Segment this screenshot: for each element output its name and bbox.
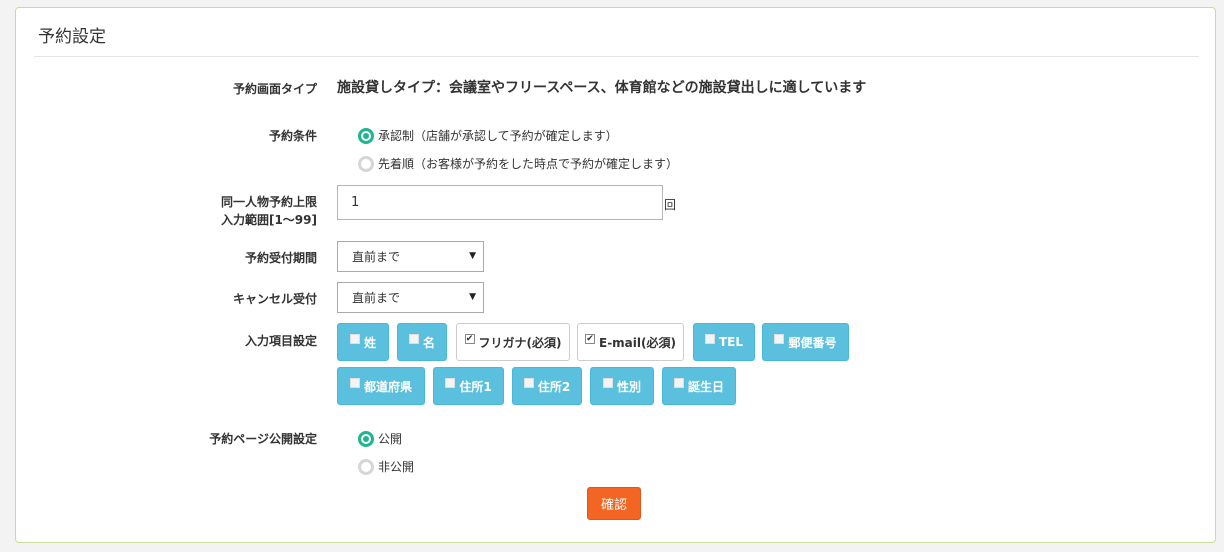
input-item-sei[interactable]: 姓 [337, 323, 389, 361]
checkbox-icon[interactable] [523, 378, 534, 388]
publish-label: 予約ページ公開設定 [209, 432, 317, 446]
input-item-label: 都道府県 [363, 379, 412, 394]
input-item-label: 名 [422, 335, 435, 350]
input-item-label: 住所2 [537, 379, 571, 394]
input-item-label: 誕生日 [687, 379, 724, 394]
cancel-selected-value: 直前まで [352, 291, 401, 305]
type-label: 予約画面タイプ [232, 82, 317, 96]
publish-option-private[interactable]: 非公開 [358, 458, 414, 475]
radio-selected-icon[interactable] [358, 430, 374, 447]
input-item-label: TEL [718, 335, 744, 349]
cancel-select[interactable]: 直前まで ▼ [337, 282, 484, 313]
dropdown-arrow-icon: ▼ [469, 251, 476, 261]
condition-option-approval[interactable]: 承認制（店舗が承認して予約が確定します） [358, 127, 618, 144]
input-item-email[interactable]: ✔ E-mail(必須) [577, 323, 684, 361]
checkbox-icon[interactable] [774, 334, 785, 344]
input-item-postal-code[interactable]: 郵便番号 [762, 323, 849, 361]
publish-option-label: 公開 [378, 432, 403, 446]
checkbox-icon[interactable] [704, 334, 715, 344]
input-item-label: 郵便番号 [788, 335, 837, 350]
dropdown-arrow-icon: ▼ [469, 292, 476, 302]
type-value: 施設貸しタイプ：会議室やフリースペース、体育館などの施設貸出しに適しています [337, 80, 867, 96]
input-item-label: 姓 [363, 335, 376, 350]
checkbox-checked-icon[interactable]: ✔ [585, 334, 595, 344]
period-selected-value: 直前まで [352, 250, 401, 264]
checkbox-icon[interactable] [349, 334, 360, 344]
input-item-label: E-mail(必須) [599, 335, 676, 350]
period-select[interactable]: 直前まで ▼ [337, 241, 484, 272]
title-divider [34, 56, 1199, 57]
limit-unit: 回 [664, 198, 677, 212]
input-item-label: 住所1 [459, 379, 492, 394]
input-item-prefecture[interactable]: 都道府県 [337, 367, 425, 405]
radio-unselected-icon[interactable] [358, 458, 374, 475]
input-item-address1[interactable]: 住所1 [433, 367, 504, 405]
confirm-button[interactable]: 確認 [587, 487, 641, 520]
input-item-tel[interactable]: TEL [693, 323, 755, 361]
checkbox-icon[interactable] [408, 334, 419, 344]
period-label: 予約受付期間 [244, 251, 317, 265]
input-item-birthday[interactable]: 誕生日 [662, 367, 736, 405]
cancel-label: キャンセル受付 [232, 292, 317, 306]
radio-unselected-icon[interactable] [358, 155, 374, 172]
checkbox-icon[interactable] [673, 378, 684, 388]
limit-label-line2: 入力範囲[1〜99] [220, 213, 317, 227]
input-item-label: フリガナ(必須) [478, 335, 562, 350]
checkbox-icon[interactable] [445, 378, 456, 388]
input-items-label: 入力項目設定 [244, 334, 317, 348]
checkbox-checked-icon[interactable]: ✔ [464, 334, 475, 344]
publish-option-label: 非公開 [378, 460, 415, 474]
condition-option-label: 先着順（お客様が予約をした時点で予約が確定します） [378, 157, 679, 171]
input-item-gender[interactable]: 性別 [590, 367, 654, 405]
input-item-furigana[interactable]: ✔ フリガナ(必須) [456, 323, 570, 361]
radio-selected-icon[interactable] [358, 127, 374, 144]
limit-input[interactable] [337, 185, 663, 220]
checkbox-icon[interactable] [349, 378, 360, 388]
checkbox-icon[interactable] [602, 378, 613, 388]
limit-label: 同一人物予約上限 入力範囲[1〜99] [17, 193, 317, 229]
panel-title: 予約設定 [38, 27, 106, 47]
publish-option-public[interactable]: 公開 [358, 430, 402, 447]
condition-label: 予約条件 [268, 129, 317, 143]
condition-option-first-come[interactable]: 先着順（お客様が予約をした時点で予約が確定します） [358, 155, 678, 172]
input-item-address2[interactable]: 住所2 [512, 367, 582, 405]
input-item-label: 性別 [616, 379, 641, 394]
condition-option-label: 承認制（店舗が承認して予約が確定します） [378, 129, 618, 143]
limit-label-line1: 同一人物予約上限 [220, 195, 317, 209]
input-item-mei[interactable]: 名 [397, 323, 447, 361]
